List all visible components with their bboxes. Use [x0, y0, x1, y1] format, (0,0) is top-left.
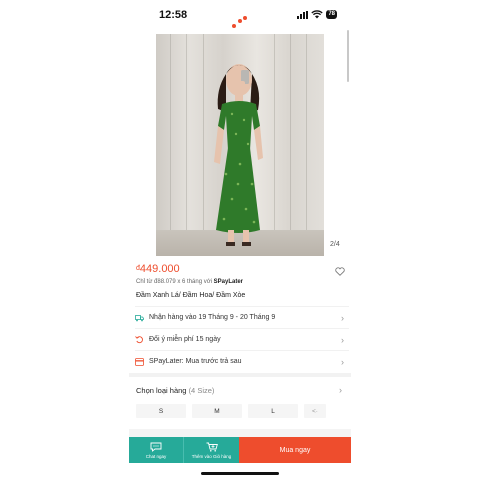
section-divider — [129, 373, 351, 377]
chevron-right-icon: › — [341, 312, 344, 323]
installment-text: Chỉ từ đ88.079 x 6 tháng với — [136, 279, 212, 285]
size-option-m[interactable]: M — [192, 404, 242, 418]
chat-icon — [150, 442, 162, 452]
product-title: Đầm Xanh Lá/ Đầm Hoa/ Đầm Xòe — [136, 292, 246, 299]
price-currency: đ — [136, 265, 140, 272]
chat-label: Chat ngay — [145, 453, 167, 459]
return-icon — [135, 335, 144, 344]
status-time: 12:58 — [159, 9, 188, 21]
cellular-signal-icon — [297, 10, 309, 19]
cart-label: Thêm vào Giỏ hàng — [191, 453, 232, 459]
loading-indicator-icon — [232, 16, 248, 28]
status-icons: 78 — [297, 10, 337, 19]
buy-now-button[interactable]: Mua ngay — [239, 437, 351, 463]
spaylater-icon — [135, 357, 144, 366]
variant-title-text: Chọn loại hàng — [136, 386, 187, 395]
installment-info[interactable]: Chỉ từ đ88.079 x 6 tháng với SPayLater — [136, 279, 243, 285]
product-price: đ449.000 — [136, 263, 180, 275]
truck-icon — [135, 313, 144, 322]
spaylater-text: SPayLater: Mua trước trả sau — [149, 358, 242, 365]
chevron-right-icon: › — [341, 356, 344, 367]
variant-selector-title[interactable]: Chọn loại hàng (4 Size) — [136, 386, 214, 395]
heart-icon[interactable] — [335, 267, 345, 276]
chevron-right-icon: › — [341, 334, 344, 345]
spaylater-row[interactable]: SPayLater: Mua trước trả sau › — [135, 350, 349, 372]
chat-button[interactable]: Chat ngay — [129, 437, 184, 463]
size-option-s[interactable]: S — [136, 404, 186, 418]
add-to-cart-button[interactable]: Thêm vào Giỏ hàng — [184, 437, 239, 463]
delivery-row[interactable]: Nhận hàng vào 19 Tháng 9 - 20 Tháng 9 › — [135, 306, 349, 328]
wifi-icon — [311, 10, 323, 19]
installment-brand: SPayLater — [213, 279, 244, 285]
delivery-text: Nhận hàng vào 19 Tháng 9 - 20 Tháng 9 — [149, 314, 276, 321]
home-indicator[interactable] — [201, 472, 279, 475]
size-option-l[interactable]: L — [248, 404, 298, 418]
next-section-peek — [129, 429, 351, 437]
bottom-action-bar: Chat ngay Thêm vào Giỏ hàng Mua ngay — [129, 437, 351, 463]
cart-icon — [206, 442, 218, 452]
variant-count: (4 Size) — [188, 386, 215, 395]
model-figure — [214, 64, 263, 246]
return-text: Đổi ý miễn phí 15 ngày — [149, 336, 221, 343]
scrollbar[interactable] — [347, 30, 349, 82]
size-option-more[interactable]: <· — [304, 404, 326, 418]
price-value: 449.000 — [139, 263, 180, 275]
chevron-right-icon[interactable]: › — [339, 385, 342, 395]
battery-icon: 78 — [326, 10, 337, 19]
image-counter: 2/4 — [330, 241, 340, 248]
return-row[interactable]: Đổi ý miễn phí 15 ngày › — [135, 328, 349, 350]
product-image[interactable] — [156, 34, 324, 256]
